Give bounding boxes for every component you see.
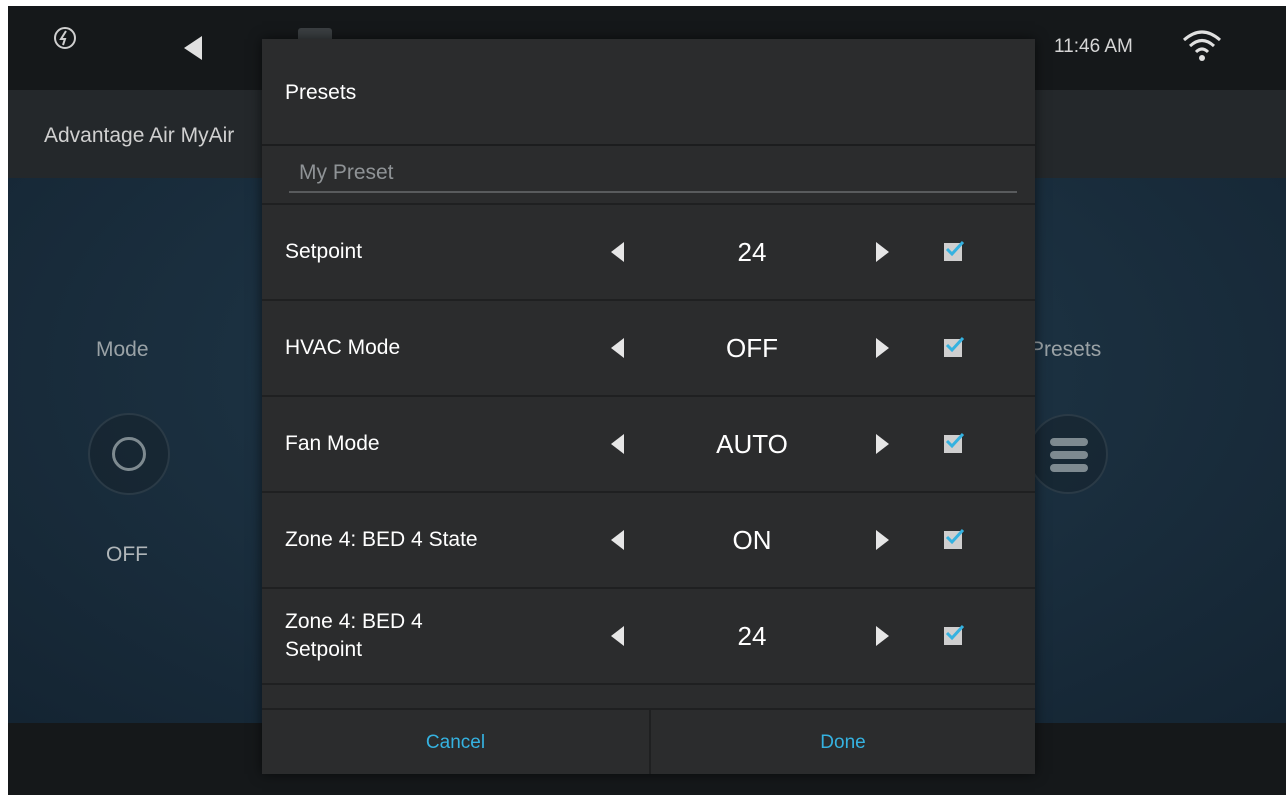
row-value: OFF (726, 332, 778, 363)
include-checkbox[interactable] (944, 528, 965, 549)
row-label: HVAC Mode (285, 336, 401, 359)
dialog-button-bar: Cancel Done (262, 708, 1035, 774)
back-arrow-icon[interactable] (178, 34, 206, 62)
decrement-arrow-icon[interactable] (611, 626, 624, 646)
preset-row: Zone 4: BED 4 State ON (262, 491, 1035, 587)
cancel-button[interactable]: Cancel (262, 710, 651, 774)
row-value: AUTO (716, 428, 788, 459)
row-label: Setpoint (285, 240, 363, 263)
mode-label: Mode (96, 338, 149, 361)
decrement-arrow-icon[interactable] (611, 530, 624, 550)
include-checkbox[interactable] (944, 624, 965, 645)
preset-row: HVAC Mode OFF (262, 299, 1035, 395)
app-logo-icon[interactable] (53, 26, 77, 50)
preset-row: Zone 4: BED 4 Setpoint 24 (262, 587, 1035, 683)
app-title: Advantage Air MyAir (44, 124, 235, 147)
include-checkbox[interactable] (944, 336, 965, 357)
decrement-arrow-icon[interactable] (611, 242, 624, 262)
row-label: Fan Mode (285, 432, 380, 455)
preset-name-input[interactable] (289, 155, 1017, 193)
presets-dialog: Presets Setpoint 24 HVAC Mode OFF Fan Mo… (262, 39, 1035, 774)
menu-icon-bar (1050, 464, 1088, 472)
decrement-arrow-icon[interactable] (611, 338, 624, 358)
increment-arrow-icon[interactable] (876, 242, 889, 262)
done-button[interactable]: Done (651, 710, 1035, 774)
power-icon (112, 437, 146, 471)
include-checkbox[interactable] (944, 240, 965, 261)
presets-button[interactable] (1028, 414, 1108, 494)
wifi-icon (1183, 30, 1221, 61)
preset-row: Setpoint 24 (262, 203, 1035, 299)
menu-icon-bar (1050, 451, 1088, 459)
preset-row: Fan Mode AUTO (262, 395, 1035, 491)
mode-value: OFF (106, 543, 148, 566)
row-value: 24 (737, 620, 767, 651)
increment-arrow-icon[interactable] (876, 626, 889, 646)
include-checkbox[interactable] (944, 432, 965, 453)
decrement-arrow-icon[interactable] (611, 434, 624, 454)
menu-icon (1050, 438, 1088, 446)
increment-arrow-icon[interactable] (876, 530, 889, 550)
increment-arrow-icon[interactable] (876, 434, 889, 454)
status-time: 11:46 AM (1054, 36, 1133, 57)
presets-label: Presets (1030, 338, 1102, 361)
row-value: ON (732, 524, 772, 555)
row-label: Zone 4: BED 4 State (285, 528, 478, 551)
increment-arrow-icon[interactable] (876, 338, 889, 358)
preset-rows-list[interactable]: Setpoint 24 HVAC Mode OFF Fan Mode AUTO … (262, 203, 1035, 708)
row-value: 24 (737, 236, 767, 267)
row-label: Zone 4: BED 4 Setpoint (285, 610, 423, 661)
dialog-title: Presets (285, 81, 357, 104)
mode-button[interactable] (88, 413, 170, 495)
divider (262, 144, 1035, 146)
preset-row-partial (262, 683, 1035, 708)
